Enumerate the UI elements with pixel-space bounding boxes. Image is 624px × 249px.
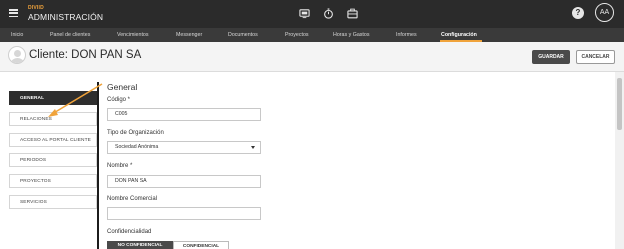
toggle-confidencial[interactable]: CONFIDENCIAL xyxy=(173,241,229,249)
help-icon[interactable]: ? xyxy=(572,7,584,19)
chevron-down-icon xyxy=(251,146,255,149)
side-menu-servicios[interactable]: SERVICIOS xyxy=(9,195,97,209)
side-menu-acceso-portal[interactable]: ACCESO AL PORTAL CLIENTE xyxy=(9,133,97,147)
nav-item-vencimientos[interactable]: Vencimientos xyxy=(117,28,149,42)
cancel-button[interactable]: CANCELAR xyxy=(576,50,615,64)
save-button[interactable]: GUARDAR xyxy=(532,50,570,64)
nombre-field[interactable]: DON PAN SA xyxy=(107,175,261,188)
nombre-comercial-field[interactable] xyxy=(107,207,261,220)
tipo-organizacion-select[interactable]: Sociedad Anónima xyxy=(107,141,261,154)
top-app-bar: DIVIID ADMINISTRACIÓN ? AA xyxy=(0,0,624,28)
side-menu-proyectos[interactable]: PROYECTOS xyxy=(9,174,97,188)
app-title: ADMINISTRACIÓN xyxy=(28,12,104,22)
toggle-no-confidencial[interactable]: NO CONFIDENCIAL xyxy=(107,241,173,249)
section-title: General xyxy=(107,82,138,92)
timer-icon[interactable] xyxy=(323,8,334,19)
confidencialidad-label: Confidencialidad xyxy=(107,229,152,235)
nombre-comercial-label: Nombre Comercial xyxy=(107,196,158,202)
user-avatar[interactable]: AA xyxy=(595,3,614,22)
briefcase-icon[interactable] xyxy=(347,8,358,19)
nav-item-informes[interactable]: Informes xyxy=(396,28,417,42)
side-menu-general[interactable]: GENERAL xyxy=(9,91,97,105)
codigo-field[interactable]: C005 xyxy=(107,108,261,121)
tipo-organizacion-label: Tipo de Organización xyxy=(107,130,164,136)
scrollbar-thumb[interactable] xyxy=(617,78,622,130)
content-divider xyxy=(97,82,99,249)
nav-item-proyectos[interactable]: Proyectos xyxy=(285,28,309,42)
nombre-label: Nombre * xyxy=(107,163,133,169)
client-avatar-icon xyxy=(8,46,26,64)
page-header: Cliente: DON PAN SA GUARDAR CANCELAR xyxy=(0,42,624,72)
nav-item-messenger[interactable]: Messenger xyxy=(176,28,202,42)
monitor-icon[interactable] xyxy=(299,8,310,19)
nav-item-inicio[interactable]: Inicio xyxy=(11,28,23,42)
nav-item-panel-de-clientes[interactable]: Panel de clientes xyxy=(50,28,90,42)
nav-item-horas-y-gastos[interactable]: Horas y Gastos xyxy=(333,28,370,42)
side-menu-periodos[interactable]: PERIODOS xyxy=(9,153,97,167)
codigo-label: Código * xyxy=(107,97,131,103)
hamburger-menu-icon[interactable] xyxy=(9,9,18,18)
tipo-organizacion-value: Sociedad Anónima xyxy=(115,144,159,150)
main-nav: Inicio Panel de clientes Vencimientos Me… xyxy=(0,28,624,42)
page-title: Cliente: DON PAN SA xyxy=(29,49,142,61)
nav-item-documentos[interactable]: Documentos xyxy=(228,28,258,42)
brand-logo-text: DIVIID xyxy=(28,5,44,11)
side-menu-relaciones[interactable]: RELACIONES xyxy=(9,112,97,126)
